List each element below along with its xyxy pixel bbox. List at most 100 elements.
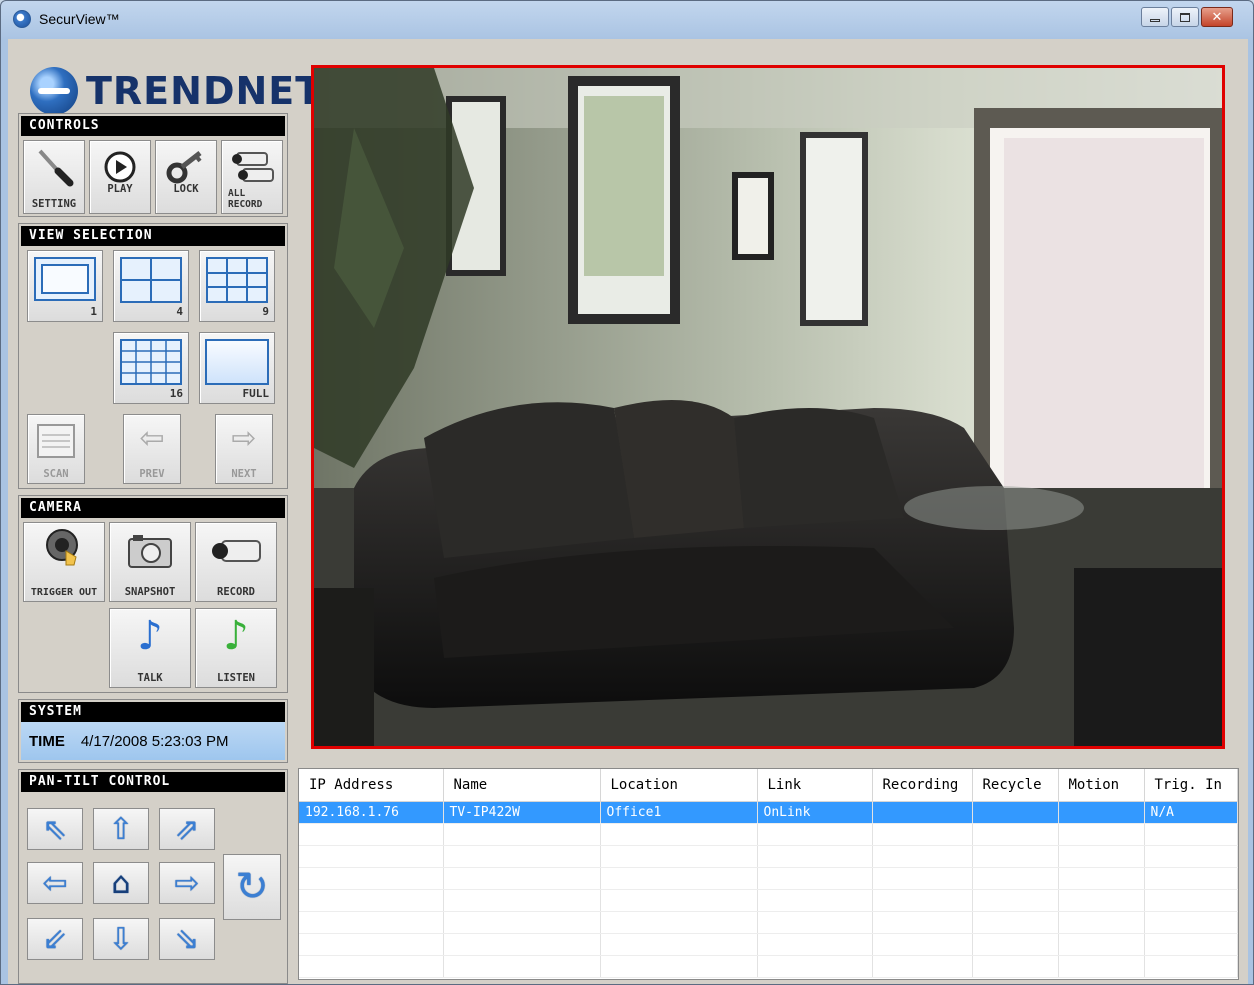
layout-1-icon bbox=[34, 257, 96, 301]
column-header[interactable]: Name bbox=[443, 769, 601, 802]
table-cell: 192.168.1.76 bbox=[299, 801, 444, 824]
pan-left-button[interactable]: ⇦ bbox=[27, 862, 83, 904]
column-header[interactable]: Location bbox=[600, 769, 758, 802]
snapshot-button[interactable]: SNAPSHOT bbox=[109, 522, 191, 602]
table-row[interactable] bbox=[299, 845, 1238, 868]
minimize-icon bbox=[1150, 18, 1160, 22]
layout-9-icon bbox=[206, 257, 268, 303]
play-button[interactable]: PLAY bbox=[89, 140, 151, 214]
listen-note-icon: ♪ bbox=[223, 613, 249, 659]
tilt-down-left-button[interactable]: ⇙ bbox=[27, 918, 83, 960]
view-9-button[interactable]: 9 bbox=[199, 250, 275, 322]
trigger-out-button[interactable]: TRIGGER OUT bbox=[23, 522, 105, 602]
next-label: NEXT bbox=[231, 468, 257, 480]
table-row[interactable] bbox=[299, 823, 1238, 846]
snapshot-label: SNAPSHOT bbox=[124, 586, 176, 598]
table-row[interactable] bbox=[299, 933, 1238, 956]
talk-button[interactable]: ♪ TALK bbox=[109, 608, 191, 688]
column-header[interactable]: Motion bbox=[1058, 769, 1145, 802]
video-frame-image bbox=[314, 68, 1222, 746]
tilt-down-right-button[interactable]: ⇘ bbox=[159, 918, 215, 960]
view-full-label: FULL bbox=[242, 387, 270, 400]
column-header[interactable]: Recording bbox=[872, 769, 973, 802]
title-bar[interactable]: SecurView™ ✕ bbox=[1, 1, 1253, 37]
system-panel: SYSTEM TIME 4/17/2008 5:23:03 PM bbox=[18, 699, 288, 763]
maximize-button[interactable] bbox=[1171, 7, 1199, 27]
table-row[interactable] bbox=[299, 911, 1238, 934]
record-button[interactable]: RECORD bbox=[195, 522, 277, 602]
controls-panel: CONTROLS SETTING PLAY LOCK ALL RECORD bbox=[18, 113, 288, 217]
prev-label: PREV bbox=[139, 468, 165, 480]
arrow-up-icon: ⇧ bbox=[108, 811, 134, 847]
record-label: RECORD bbox=[217, 586, 255, 598]
camera-panel: CAMERA TRIGGER OUT SNAPSHOT RECORD ♪ TAL… bbox=[18, 495, 288, 693]
app-window: SecurView™ ✕ TRENDNET CONTROLS SETTING P… bbox=[0, 0, 1254, 985]
tilt-down-button[interactable]: ⇩ bbox=[93, 918, 149, 960]
scan-icon bbox=[37, 424, 75, 458]
column-header[interactable]: Trig. In bbox=[1144, 769, 1238, 802]
refresh-icon: ↻ bbox=[235, 864, 269, 910]
system-header: SYSTEM bbox=[21, 702, 285, 722]
talk-note-icon: ♪ bbox=[137, 613, 163, 659]
camera-video-feed[interactable] bbox=[311, 65, 1225, 749]
tilt-up-right-button[interactable]: ⇗ bbox=[159, 808, 215, 850]
time-value: 4/17/2008 5:23:03 PM bbox=[80, 732, 229, 750]
arrow-down-left-icon: ⇙ bbox=[42, 921, 68, 957]
table-cell: OnLink bbox=[757, 801, 873, 824]
talk-label: TALK bbox=[137, 672, 163, 684]
view-4-label: 4 bbox=[176, 305, 183, 318]
app-icon bbox=[13, 10, 31, 28]
home-icon: ⌂ bbox=[111, 865, 131, 901]
next-button[interactable]: ⇨ NEXT bbox=[215, 414, 273, 484]
table-row[interactable]: 192.168.1.76 TV-IP422W Office1 OnLink N/… bbox=[299, 801, 1238, 824]
view-16-button[interactable]: 16 bbox=[113, 332, 189, 404]
scan-button[interactable]: SCAN bbox=[27, 414, 85, 484]
pan-right-button[interactable]: ⇨ bbox=[159, 862, 215, 904]
arrow-up-left-icon: ⇖ bbox=[42, 811, 68, 847]
trendnet-logo: TRENDNET bbox=[30, 61, 322, 121]
view-1-label: 1 bbox=[90, 305, 97, 318]
pan-tilt-header: PAN-TILT CONTROL bbox=[21, 772, 285, 792]
camera-icon bbox=[128, 535, 172, 568]
layout-4-icon bbox=[120, 257, 182, 303]
tilt-up-button[interactable]: ⇧ bbox=[93, 808, 149, 850]
all-record-label: ALL RECORD bbox=[228, 188, 263, 210]
window-title: SecurView™ bbox=[39, 11, 120, 27]
auto-pan-button[interactable]: ↻ bbox=[223, 854, 281, 920]
logo-globe-icon bbox=[30, 67, 78, 115]
table-cell bbox=[872, 801, 973, 824]
all-record-button[interactable]: ALL RECORD bbox=[221, 140, 283, 214]
column-header[interactable]: Recycle bbox=[972, 769, 1059, 802]
listen-label: LISTEN bbox=[217, 672, 255, 684]
left-sidebar: TRENDNET CONTROLS SETTING PLAY LOCK ALL … bbox=[18, 49, 321, 984]
table-cell: TV-IP422W bbox=[443, 801, 601, 824]
view-1-button[interactable]: 1 bbox=[27, 250, 103, 322]
view-9-label: 9 bbox=[262, 305, 269, 318]
minimize-button[interactable] bbox=[1141, 7, 1169, 27]
cameras-icon bbox=[232, 152, 274, 182]
video-camera-icon bbox=[212, 540, 261, 562]
table-row[interactable] bbox=[299, 867, 1238, 890]
home-button[interactable]: ⌂ bbox=[93, 862, 149, 904]
arrow-left-icon: ⇦ bbox=[42, 865, 68, 901]
pan-tilt-panel: PAN-TILT CONTROL ⇖ ⇧ ⇗ ⇦ ⌂ ⇨ ⇙ ⇩ ⇘ ↻ bbox=[18, 769, 288, 984]
screwdriver-icon bbox=[38, 149, 74, 187]
column-header[interactable]: IP Address bbox=[299, 769, 444, 802]
lock-button[interactable]: LOCK bbox=[155, 140, 217, 214]
prev-button[interactable]: ⇦ PREV bbox=[123, 414, 181, 484]
table-header-row: IP Address Name Location Link Recording … bbox=[299, 769, 1238, 802]
camera-list-table: IP Address Name Location Link Recording … bbox=[298, 768, 1239, 980]
trigger-out-label: TRIGGER OUT bbox=[30, 587, 98, 598]
close-button[interactable]: ✕ bbox=[1201, 7, 1233, 27]
tilt-up-left-button[interactable]: ⇖ bbox=[27, 808, 83, 850]
column-header[interactable]: Link bbox=[757, 769, 873, 802]
layout-full-icon bbox=[205, 339, 269, 385]
table-row[interactable] bbox=[299, 889, 1238, 912]
close-icon: ✕ bbox=[1211, 9, 1223, 25]
setting-button[interactable]: SETTING bbox=[23, 140, 85, 214]
listen-button[interactable]: ♪ LISTEN bbox=[195, 608, 277, 688]
view-4-button[interactable]: 4 bbox=[113, 250, 189, 322]
key-icon bbox=[166, 151, 202, 184]
view-full-button[interactable]: FULL bbox=[199, 332, 275, 404]
table-row[interactable] bbox=[299, 955, 1238, 978]
